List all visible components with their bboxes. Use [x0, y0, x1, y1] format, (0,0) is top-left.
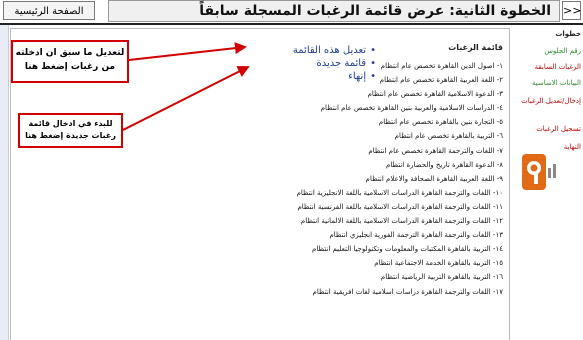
wishlist-header: قائمة الرغبات: [448, 43, 503, 52]
edit-list-label: تعديل هذه القائمة: [292, 45, 367, 56]
list-item: ١١- اللغات والترجمة القاهرة الدراسات الا…: [297, 202, 503, 211]
list-item: ٨- الدعوة القاهرة تاريخ والحضارة انتظام: [386, 160, 503, 169]
list-item: ٩- اللغة العربية القاهرة الصحافة والاعلا…: [365, 174, 503, 183]
list-item: ١٤- التربية بالقاهرة المكتبات والمعلومات…: [312, 245, 503, 254]
wishlist-items: ١- اصول الدين القاهرة تخصص عام انتظام ٢-…: [83, 59, 503, 299]
list-item: ٣- الدعوة الاسلامية القاهرة تخصص عام انت…: [367, 90, 503, 99]
step-basic-data[interactable]: البيانات الاساسية: [521, 79, 581, 88]
list-item: ٥- التجارة بنين بالقاهرة تخصص عام انتظام: [378, 118, 503, 127]
scroll-strip[interactable]: [0, 25, 9, 340]
list-item: ١٠- اللغات والترجمة القاهرة الدراسات الا…: [296, 188, 503, 197]
list-item: ٤- الدراسات الاسلامية والعربية بنين القا…: [320, 104, 503, 113]
home-button[interactable]: الصفحة الرئيسية: [3, 1, 95, 20]
site-logo-icon: [522, 154, 556, 190]
step-register-wishes[interactable]: تسجيل الرغبات: [521, 125, 581, 134]
edit-callout: لتعديل ما سبق ان ادخلته من رغبات إضغط هن…: [11, 40, 129, 83]
page-title: الخطوة الثانية: عرض قائمة الرغبات المسجل…: [108, 0, 560, 22]
list-item: ٧- اللغات والترجمة القاهرة تخصص عام انتظ…: [368, 146, 503, 155]
list-item: ١٧- اللغات والترجمة القاهرة دراسات اسلام…: [312, 287, 503, 296]
bullet-icon: •: [370, 71, 376, 82]
list-item: ١٦- التربية بالقاهرة التربية الرياضية ان…: [380, 273, 503, 282]
new-list-label: قائمة جديدة: [316, 58, 367, 69]
next-arrow-button[interactable]: >>: [562, 1, 581, 20]
finish-link[interactable]: •إنهاء: [256, 70, 376, 83]
edit-list-link[interactable]: •تعديل هذه القائمة: [256, 44, 376, 57]
new-list-callout: للبدء في ادخال قائمة رغبات جديدة إضغط هن…: [18, 113, 123, 148]
list-item: ١٣- اللغات والترجمة القاهرة الترجمة الفو…: [329, 231, 503, 240]
bullet-icon: •: [370, 58, 376, 69]
new-list-link[interactable]: •قائمة جديدة: [256, 57, 376, 70]
finish-label: إنهاء: [348, 71, 367, 82]
steps-header: خطوات: [555, 30, 581, 38]
action-links: •تعديل هذه القائمة •قائمة جديدة •إنهاء: [256, 44, 376, 83]
bullet-icon: •: [370, 45, 376, 56]
list-item: ١٢- اللغات والترجمة القاهرة الدراسات الا…: [300, 217, 503, 226]
header-divider: [0, 23, 583, 25]
top-toolbar: الصفحة الرئيسية الخطوة الثانية: عرض قائم…: [0, 0, 583, 24]
list-item: ٦- التربية بالقاهرة تخصص عام انتظام: [394, 132, 503, 141]
step-edit-wishes[interactable]: إدخال/تعديل الرغبات: [521, 97, 581, 106]
step-seat-number[interactable]: رقم الجلوس: [521, 47, 581, 56]
list-item: ١٥- التربية بالقاهرة الخدمة الاجتماعية ا…: [374, 259, 503, 268]
step-previous-wishes[interactable]: الرغبات السابقة: [521, 63, 581, 72]
